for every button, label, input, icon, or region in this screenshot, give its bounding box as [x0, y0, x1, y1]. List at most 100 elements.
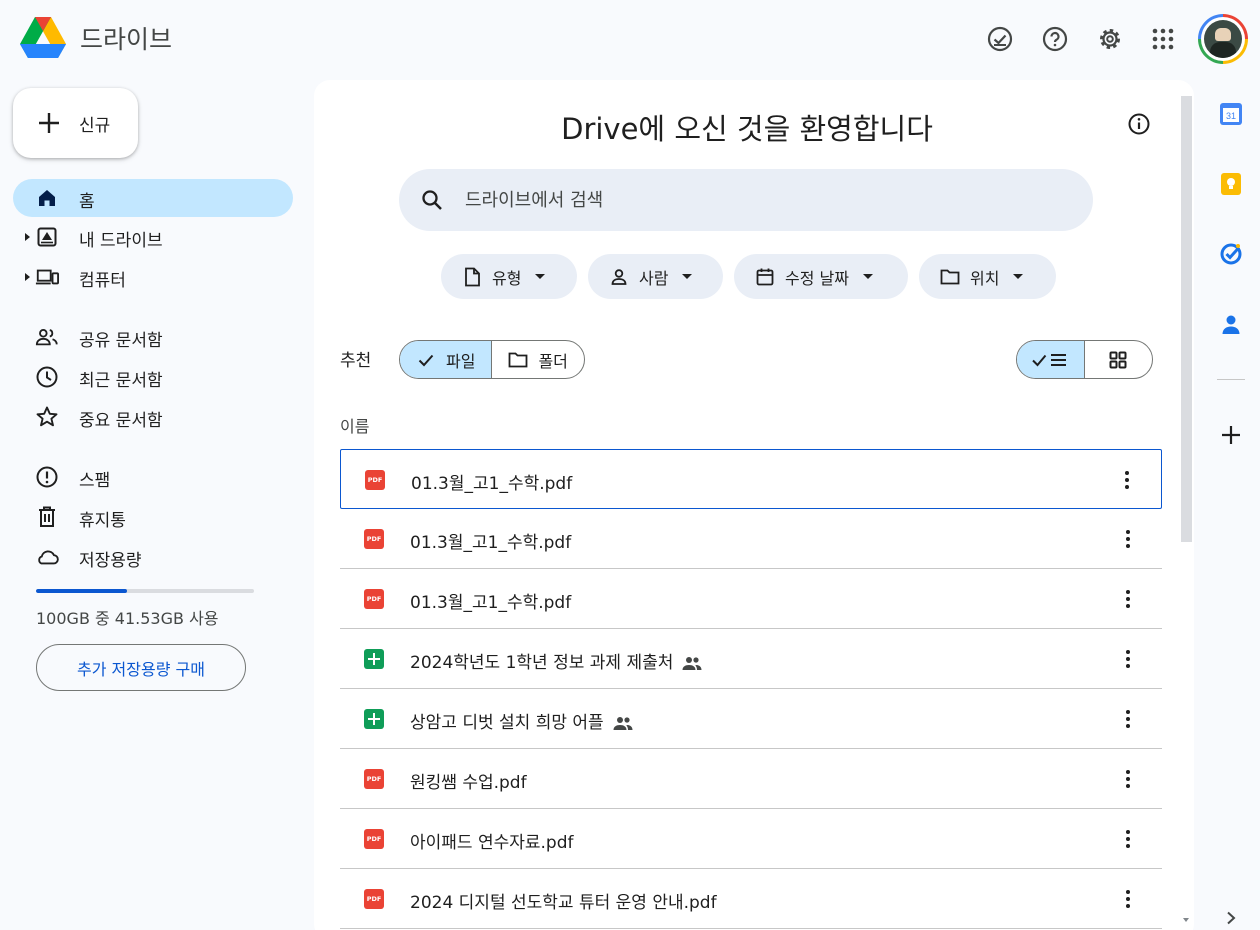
filter-chip-location[interactable]: 위치 — [919, 254, 1056, 299]
file-name-text: 01.3월_고1_수학.pdf — [410, 593, 572, 613]
sheets-file-icon — [364, 709, 384, 729]
filter-chip-modified[interactable]: 수정 날짜 — [734, 254, 908, 299]
pdf-file-icon: PDF — [364, 829, 384, 849]
more-actions-icon[interactable] — [1115, 468, 1139, 492]
calendar-icon — [755, 267, 775, 287]
sidebar-item-my-drive[interactable]: 내 드라이브 — [13, 218, 293, 256]
sidebar-item-computers[interactable]: 컴퓨터 — [13, 258, 293, 296]
search-input[interactable] — [465, 189, 1025, 211]
sidebar-item-starred[interactable]: 중요 문서함 — [13, 398, 293, 436]
settings-icon[interactable] — [1095, 24, 1125, 54]
toggle-folders-button[interactable]: 폴더 — [491, 341, 583, 378]
pdf-badge: PDF — [364, 589, 384, 609]
sidebar-item-label: 내 드라이브 — [79, 231, 163, 251]
help-icon[interactable] — [1040, 24, 1070, 54]
filter-chip-people[interactable]: 사람 — [588, 254, 723, 299]
ready-for-offline-icon[interactable] — [985, 24, 1015, 54]
file-row[interactable]: PDF 01.3월_고1_수학.pdf — [340, 449, 1162, 509]
computers-icon — [35, 265, 59, 289]
grid-view-button[interactable] — [1085, 341, 1153, 378]
sidebar-item-storage[interactable]: 저장용량 — [13, 538, 293, 576]
column-header-name[interactable]: 이름 — [340, 413, 369, 437]
more-actions-icon[interactable] — [1116, 767, 1140, 791]
shared-icon — [35, 325, 59, 349]
toggle-files-label: 파일 — [446, 351, 476, 371]
rail-divider — [1217, 379, 1245, 380]
filter-chip-label: 위치 — [970, 268, 1000, 288]
grid-view-icon — [1109, 351, 1127, 368]
pdf-badge: PDF — [364, 829, 384, 849]
file-row[interactable]: PDF 01.3월_고1_수학.pdf — [340, 569, 1162, 629]
scroll-down-arrow-icon[interactable] — [1183, 918, 1189, 922]
pdf-badge: PDF — [364, 889, 384, 909]
new-button-label: 신규 — [79, 115, 111, 136]
file-name: 아이패드 연수자료.pdf — [410, 828, 574, 853]
filter-chip-type[interactable]: 유형 — [441, 254, 577, 299]
sidebar-item-trash[interactable]: 휴지통 — [13, 498, 293, 536]
new-button[interactable]: 신규 — [13, 88, 138, 158]
pdf-badge: PDF — [364, 769, 384, 789]
apps-grid-icon[interactable] — [1148, 24, 1178, 54]
more-actions-icon[interactable] — [1116, 827, 1140, 851]
file-name-text: 2024학년도 1학년 정보 과제 제출처 — [410, 653, 674, 673]
shared-people-icon — [612, 715, 634, 731]
info-icon[interactable] — [1126, 111, 1152, 137]
sidebar-item-label: 휴지통 — [79, 511, 126, 531]
file-name: 원킹쌤 수업.pdf — [410, 768, 527, 793]
sidebar-item-home[interactable]: 홈 — [13, 179, 293, 217]
sheets-badge — [364, 649, 384, 669]
file-name-text: 아이패드 연수자료.pdf — [410, 833, 574, 853]
file-name: 2024 디지털 선도학교 튜터 운영 안내.pdf — [410, 888, 717, 913]
storage-usage-text: 100GB 중 41.53GB 사용 — [36, 609, 219, 628]
keep-icon[interactable] — [1217, 170, 1245, 198]
file-row[interactable]: PDF 원킹쌤 수업.pdf — [340, 749, 1162, 809]
expand-panel-icon[interactable] — [1217, 904, 1245, 930]
top-bar: 드라이브 — [0, 0, 1260, 78]
buy-storage-button[interactable]: 추가 저장용량 구매 — [36, 644, 246, 691]
plus-icon — [35, 109, 63, 137]
add-addon-icon[interactable] — [1217, 421, 1245, 449]
expand-caret-icon[interactable] — [25, 233, 30, 241]
file-name-text: 상암고 디벗 설치 희망 어플 — [410, 713, 604, 733]
recent-icon — [35, 365, 59, 389]
file-row[interactable]: PDF 아이패드 연수자료.pdf — [340, 809, 1162, 869]
calendar-icon[interactable]: 31 — [1217, 100, 1245, 128]
search-bar[interactable] — [399, 169, 1093, 231]
more-actions-icon[interactable] — [1116, 527, 1140, 551]
list-view-button[interactable] — [1017, 341, 1085, 378]
pdf-file-icon: PDF — [364, 769, 384, 789]
svg-text:31: 31 — [1226, 111, 1236, 121]
more-actions-icon[interactable] — [1116, 647, 1140, 671]
files-folders-toggle: 파일 폴더 — [399, 340, 585, 379]
file-name-text: 01.3월_고1_수학.pdf — [411, 474, 573, 494]
file-row[interactable]: PDF 2024 디지털 선도학교 튜터 운영 안내.pdf — [340, 869, 1162, 929]
account-avatar[interactable] — [1198, 14, 1248, 64]
more-actions-icon[interactable] — [1116, 587, 1140, 611]
file-row[interactable]: 2024학년도 1학년 정보 과제 제출처 — [340, 629, 1162, 689]
expand-caret-icon[interactable] — [25, 273, 30, 281]
toggle-files-button[interactable]: 파일 — [400, 341, 492, 378]
sidebar-item-shared[interactable]: 공유 문서함 — [13, 318, 293, 356]
scrollbar[interactable] — [1180, 92, 1193, 930]
filter-chip-label: 수정 날짜 — [785, 268, 849, 288]
search-icon[interactable] — [419, 187, 445, 213]
app-title: 드라이브 — [80, 25, 173, 54]
more-actions-icon[interactable] — [1116, 707, 1140, 731]
starred-icon — [35, 405, 59, 429]
file-row[interactable]: 상암고 디벗 설치 희망 어플 — [340, 689, 1162, 749]
toggle-folders-label: 폴더 — [538, 351, 568, 371]
tasks-icon[interactable] — [1217, 240, 1245, 268]
file-type-icon — [462, 267, 482, 287]
file-name-text: 01.3월_고1_수학.pdf — [410, 533, 572, 553]
sidebar-item-label: 최근 문서함 — [79, 371, 163, 391]
sidebar-item-recent[interactable]: 최근 문서함 — [13, 358, 293, 396]
scrollbar-thumb[interactable] — [1181, 96, 1192, 542]
contacts-icon[interactable] — [1217, 310, 1245, 338]
more-actions-icon[interactable] — [1116, 887, 1140, 911]
main-content: Drive에 오신 것을 환영합니다 유형 사람 수정 날짜 위치 — [314, 80, 1194, 930]
suggested-label: 추천 — [340, 351, 372, 371]
sidebar-item-label: 홈 — [79, 192, 95, 212]
drive-logo-icon[interactable] — [20, 17, 66, 59]
file-row[interactable]: PDF 01.3월_고1_수학.pdf — [340, 509, 1162, 569]
sidebar-item-spam[interactable]: 스팸 — [13, 458, 293, 496]
